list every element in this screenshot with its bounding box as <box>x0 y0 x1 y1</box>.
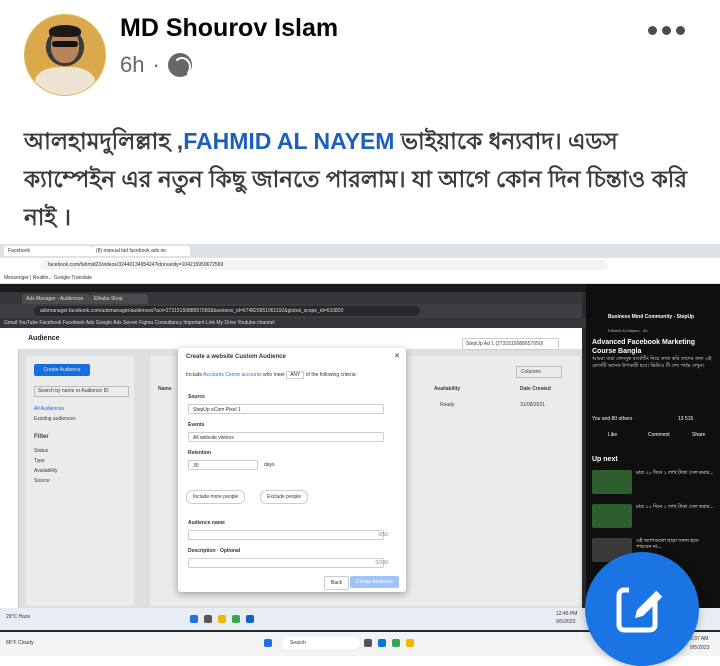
avatar-hair <box>49 25 81 37</box>
author-name[interactable]: MD Shourov Islam <box>120 14 338 43</box>
include-more-button[interactable]: Include more people <box>186 490 246 504</box>
up-next-item[interactable]: মাত্র ১০ দিনে ১ লাখ টাকা সেল করার... <box>592 504 716 532</box>
outer-tab-video[interactable]: (8) manual bid facebook ads on <box>92 246 190 256</box>
include-link[interactable]: Accounts Centre accounts <box>203 372 261 378</box>
description-input[interactable] <box>188 558 384 568</box>
post-text-before: আলহামদুলিল্লাহ , <box>24 128 184 154</box>
taskbar1-date: 9/5/2023 <box>556 619 576 625</box>
app-icon[interactable] <box>364 639 372 647</box>
edge-icon[interactable] <box>378 639 386 647</box>
exclude-button[interactable]: Exclude people <box>260 490 309 504</box>
taskbar2-weather: 86°F Cloudy <box>6 640 34 646</box>
source-label: Source <box>188 394 205 400</box>
taskbar2-date: 9/5/2023 <box>690 645 710 651</box>
events-label: Events <box>188 422 205 428</box>
yt-comment-button[interactable]: Comment <box>648 432 670 438</box>
include-suffix: who meet <box>263 372 285 378</box>
source-select[interactable]: StepUp eCom Pixel 1 <box>188 404 384 414</box>
search-icon[interactable] <box>204 615 212 623</box>
yt-description: আমরা যারা ফেসবুক মার্কেটিং নিয়ে কাজ করি… <box>592 356 712 369</box>
retention-label: Retention <box>188 450 212 456</box>
inner-tab-strip: Ads Manager - Audiences Elhaba Shop <box>0 292 582 304</box>
taskbar-search[interactable]: Search <box>282 637 360 649</box>
inner-bookmarks: Gmail YouTube Facebook Facebook Ads Goog… <box>0 318 586 328</box>
folder-icon[interactable] <box>406 639 414 647</box>
up-next-text: এই অ্যাপগুলো ছাড়া সফল হতে পারবেন না... <box>636 538 699 550</box>
avatar-glasses <box>52 41 78 47</box>
description-label: Description · Optional <box>188 548 241 554</box>
avatar-shirt <box>35 67 95 95</box>
yt-reactions[interactable]: You and 80 others <box>592 416 632 422</box>
outer-tab-strip: Facebook (8) manual bid facebook ads on <box>0 244 720 258</box>
criteria-text: of the following criteria: <box>305 372 357 378</box>
yt-like-button[interactable]: Like <box>608 432 617 438</box>
more-options-icon[interactable] <box>648 26 685 35</box>
close-icon[interactable]: ✕ <box>394 352 400 360</box>
modal-title: Create a website Custom Audience <box>186 354 286 360</box>
outer-tab-facebook[interactable]: Facebook <box>4 246 92 256</box>
outer-address-row: facebook.com/fahmid23/videos/32440134954… <box>0 258 720 272</box>
post-meta: 6h · <box>120 52 192 78</box>
back-button[interactable]: Back <box>324 576 350 590</box>
audience-name-label: Audience name <box>188 520 225 526</box>
yt-channel-sub: Fahmid Al Nayem · 4h <box>608 328 648 333</box>
account-select[interactable]: StepUp Ad 1 (2731515088657050) <box>462 338 559 350</box>
ads-sidebar <box>0 328 19 608</box>
up-next-text: মাত্র ১০ দিনে ১ লাখ টাকা সেল করার... <box>636 504 714 510</box>
globe-icon <box>167 53 192 77</box>
yt-share-button[interactable]: Share <box>692 432 705 438</box>
inner-address-row: adsmanager.facebook.com/adsmanager/audie… <box>0 304 582 318</box>
post-header: MD Shourov Islam 6h · <box>0 0 720 110</box>
edit-icon <box>616 586 669 633</box>
custom-audience-modal: Create a website Custom Audience ✕ Inclu… <box>178 348 406 592</box>
taskbar1-time: 12:45 PM <box>556 611 578 617</box>
name-counter: 0/50 <box>378 532 388 538</box>
post-time[interactable]: 6h <box>120 52 144 78</box>
inner-tab-ads[interactable]: Ads Manager - Audiences <box>22 294 90 304</box>
folder-icon[interactable] <box>218 615 226 623</box>
meta-separator: · <box>152 52 160 77</box>
events-select[interactable]: All website visitors <box>188 432 384 442</box>
up-next-item[interactable]: মাত্র ১০ দিনে ১ লাখ টাকা সেল করার... <box>592 470 716 498</box>
create-audience-submit[interactable]: Create Audience <box>350 576 399 588</box>
audience-name-input[interactable] <box>188 530 384 540</box>
inner-tab-shop[interactable]: Elhaba Shop <box>90 294 148 304</box>
yt-counts: 13 515 <box>678 416 694 422</box>
windows-icon[interactable] <box>190 615 198 623</box>
up-next-heading: Up next <box>592 456 618 463</box>
app-icon[interactable] <box>246 615 254 623</box>
retention-input[interactable]: 30 <box>188 460 258 470</box>
taskbar2-time: 9:37 AM <box>690 636 709 642</box>
yt-title: Advanced Facebook Marketing Course Bangl… <box>592 339 696 355</box>
up-next-text: মাত্র ১০ দিনে ১ লাখ টাকা সেল করার... <box>636 470 714 476</box>
windows-icon[interactable] <box>264 639 272 647</box>
retention-unit: days <box>264 462 275 468</box>
chrome-icon[interactable] <box>392 639 400 647</box>
author-avatar[interactable] <box>24 14 106 96</box>
outer-address-bar[interactable]: facebook.com/fahmid23/videos/32440134954… <box>40 260 608 270</box>
video-thumbnail <box>592 470 632 494</box>
inner-address-bar[interactable]: adsmanager.facebook.com/adsmanager/audie… <box>34 306 420 316</box>
taskbar1-weather: 29°C Haze <box>6 614 31 620</box>
outer-bookmarks: Messenger | Realtin... Google Translate <box>0 272 720 284</box>
any-select[interactable]: ANY <box>286 371 305 379</box>
modal-include-line: Include Accounts Centre accounts who mee… <box>186 371 357 379</box>
compose-fab[interactable] <box>585 552 699 666</box>
yt-channel[interactable]: Business Mind Community - StepUp <box>608 314 694 320</box>
desc-counter: 0/100 <box>375 560 388 566</box>
video-thumbnail <box>592 504 632 528</box>
chrome-icon[interactable] <box>232 615 240 623</box>
mention-link[interactable]: FAHMID AL NAYEM <box>183 128 394 154</box>
include-prefix: Include <box>186 372 203 378</box>
post-text: আলহামদুলিল্লাহ ,FAHMID AL NAYEM ভাইয়াকে… <box>24 122 704 236</box>
